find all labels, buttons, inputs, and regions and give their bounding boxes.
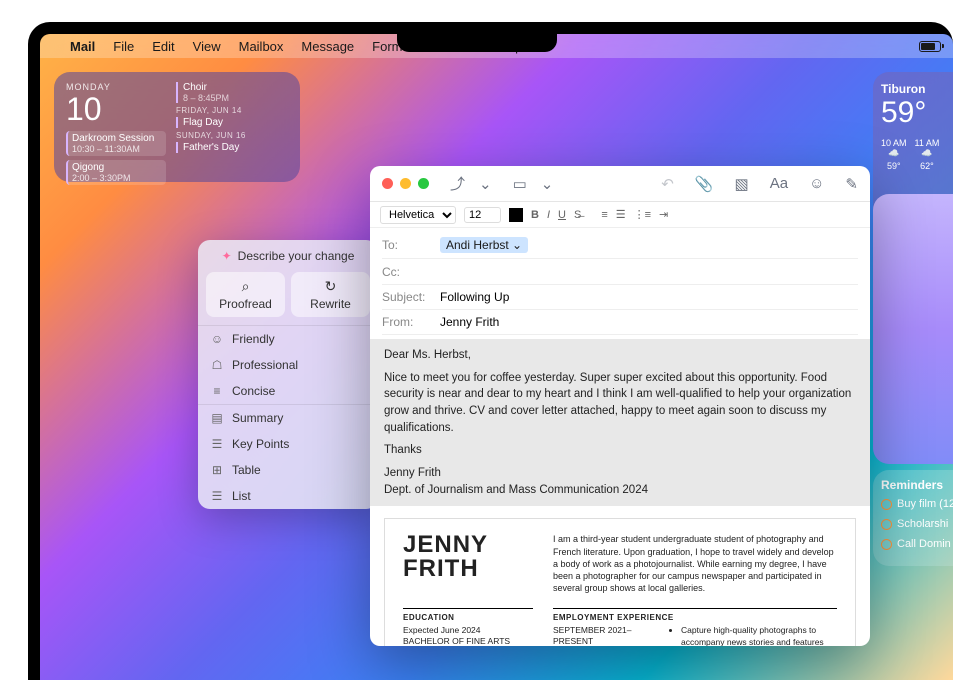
indent-icon[interactable]: ⇥: [659, 208, 668, 221]
reminder-checkbox-icon[interactable]: [881, 539, 892, 550]
calendar-widget[interactable]: MONDAY 10 Darkroom Session 10:30 – 11:30…: [54, 72, 300, 182]
menu-message[interactable]: Message: [301, 39, 354, 54]
underline-icon[interactable]: U: [558, 209, 566, 221]
display-notch: [397, 22, 557, 52]
calendar-upcoming: Flag Day: [176, 117, 288, 128]
tone-friendly[interactable]: ☺Friendly: [198, 326, 378, 352]
email-paragraph: Nice to meet you for coffee yesterday. S…: [384, 370, 856, 437]
align-left-icon[interactable]: ≡: [601, 209, 607, 221]
table-icon: ⊞: [210, 463, 224, 477]
transform-table[interactable]: ⊞Table: [198, 457, 378, 483]
desktop: Mail File Edit View Mailbox Message Form…: [40, 34, 953, 680]
photo-icon[interactable]: ▧: [735, 175, 749, 193]
menu-file[interactable]: File: [113, 39, 134, 54]
send-icon[interactable]: ⤴: [450, 173, 465, 194]
cc-label: Cc:: [382, 265, 432, 279]
markup-icon[interactable]: ✎: [845, 175, 858, 193]
resume-attachment[interactable]: JENNY FRITH I am a third-year student un…: [384, 518, 856, 646]
briefcase-icon: ☖: [210, 358, 224, 372]
chevron-down-icon[interactable]: ⌄: [541, 175, 554, 193]
reminder-item[interactable]: Buy film (12: [881, 498, 945, 510]
format-bar: Helvetica B I U S̶ ≡ ☰ ⋮≡ ⇥: [370, 202, 870, 228]
menu-view[interactable]: View: [193, 39, 221, 54]
window-titlebar[interactable]: ⤴ ⌄ ▭ ⌄ ↶ 📎 ▧ Aa ☺ ✎: [370, 166, 870, 202]
calendar-day-name: MONDAY: [66, 82, 166, 92]
rewrite-icon: ↻: [295, 278, 366, 295]
calendar-upcoming: Choir 8 – 8:45PM: [176, 82, 288, 103]
compose-headers: To: Andi Herbst ⌄ Cc: Subject: Following U…: [370, 228, 870, 339]
describe-change-button[interactable]: ✦ Describe your change: [198, 240, 378, 272]
list-icon[interactable]: ⋮≡: [634, 208, 651, 221]
email-closing: Thanks: [384, 442, 856, 459]
reminders-title: Reminders: [881, 478, 945, 492]
reminder-checkbox-icon[interactable]: [881, 499, 892, 510]
subject-label: Subject:: [382, 290, 432, 304]
reply-icon[interactable]: ↶: [661, 175, 674, 193]
cc-input[interactable]: [440, 264, 858, 279]
signature-name: Jenny Frith: [384, 465, 856, 482]
reminders-widget[interactable]: Reminders Buy film (12 Scholarshi Call D…: [873, 470, 953, 566]
weather-location: Tiburon: [881, 82, 945, 96]
italic-icon[interactable]: I: [547, 209, 550, 221]
tone-concise[interactable]: ≡Concise: [198, 378, 378, 404]
list-icon: ☰: [210, 489, 224, 503]
transform-summary[interactable]: ▤Summary: [198, 405, 378, 431]
email-greeting: Dear Ms. Herbst,: [384, 347, 856, 364]
calendar-upcoming: Father's Day: [176, 142, 288, 153]
minimize-button[interactable]: [400, 178, 411, 189]
menu-edit[interactable]: Edit: [152, 39, 174, 54]
chevron-down-icon[interactable]: ⌄: [479, 175, 492, 193]
emoji-icon[interactable]: ☺: [809, 175, 824, 192]
transform-list[interactable]: ☰List: [198, 483, 378, 509]
calendar-event: Darkroom Session 10:30 – 11:30AM: [66, 131, 166, 156]
signature-dept: Dept. of Journalism and Mass Communicati…: [384, 482, 856, 499]
keypoints-icon: ☰: [210, 437, 224, 451]
magnify-icon: ⌕: [210, 278, 281, 295]
compose-body[interactable]: Dear Ms. Herbst, Nice to meet you for co…: [370, 339, 870, 646]
transform-keypoints[interactable]: ☰Key Points: [198, 431, 378, 457]
reminder-item[interactable]: Call Domin: [881, 538, 945, 550]
photos-widget[interactable]: [873, 194, 953, 464]
from-label: From:: [382, 315, 432, 329]
recipient-token[interactable]: Andi Herbst ⌄: [440, 237, 528, 253]
attach-icon[interactable]: 📎: [695, 175, 714, 193]
mail-compose-window: ⤴ ⌄ ▭ ⌄ ↶ 📎 ▧ Aa ☺ ✎ Helvetica B I U S̶ …: [370, 166, 870, 646]
font-size-input[interactable]: [464, 207, 501, 223]
summary-icon: ▤: [210, 411, 224, 425]
subject-value[interactable]: Following Up: [440, 290, 509, 304]
resume-bio: I am a third-year student undergraduate …: [553, 533, 837, 594]
battery-icon[interactable]: [919, 41, 941, 52]
writing-tools-popover: ✦ Describe your change ⌕Proofread ↻Rewri…: [198, 240, 378, 509]
app-menu[interactable]: Mail: [70, 39, 95, 54]
weather-temperature: 59°: [881, 96, 945, 130]
sparkle-icon: ✦: [222, 249, 232, 263]
reminder-checkbox-icon[interactable]: [881, 519, 892, 530]
proofread-button[interactable]: ⌕Proofread: [206, 272, 285, 317]
format-icon[interactable]: Aa: [770, 175, 788, 192]
font-select[interactable]: Helvetica: [380, 206, 456, 224]
zoom-button[interactable]: [418, 178, 429, 189]
from-value[interactable]: Jenny Frith: [440, 315, 499, 329]
strike-icon[interactable]: S̶: [574, 209, 581, 221]
menu-mailbox[interactable]: Mailbox: [239, 39, 284, 54]
calendar-event: Qigong 2:00 – 3:30PM: [66, 160, 166, 185]
close-button[interactable]: [382, 178, 393, 189]
smile-icon: ☺: [210, 332, 224, 346]
bold-icon[interactable]: B: [531, 209, 539, 221]
rewrite-button[interactable]: ↻Rewrite: [291, 272, 370, 317]
header-fields-icon[interactable]: ▭: [513, 175, 527, 193]
calendar-day-number: 10: [66, 92, 166, 127]
reminder-item[interactable]: Scholarshi: [881, 518, 945, 530]
concise-icon: ≡: [210, 384, 224, 398]
tone-professional[interactable]: ☖Professional: [198, 352, 378, 378]
color-swatch[interactable]: [509, 208, 523, 222]
align-center-icon[interactable]: ☰: [616, 208, 626, 221]
to-label: To:: [382, 238, 432, 252]
